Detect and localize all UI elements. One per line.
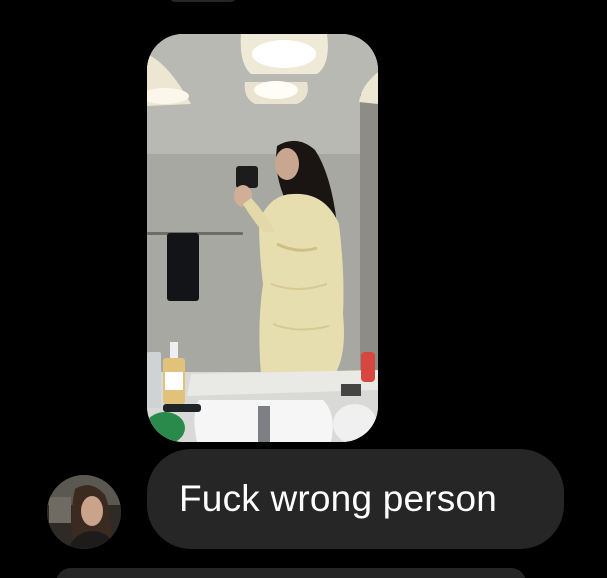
- avatar[interactable]: [47, 475, 121, 549]
- previous-message-bubble-edge[interactable]: [168, 0, 238, 2]
- chat-thread: Fuck wrong person: [0, 0, 607, 578]
- photo-content: [147, 34, 378, 442]
- contact-avatar-icon: [47, 475, 121, 549]
- photo-message[interactable]: [147, 34, 378, 442]
- message-bubble[interactable]: Fuck wrong person: [147, 449, 564, 549]
- next-message-bubble-edge[interactable]: [56, 568, 526, 578]
- message-text: Fuck wrong person: [179, 478, 498, 519]
